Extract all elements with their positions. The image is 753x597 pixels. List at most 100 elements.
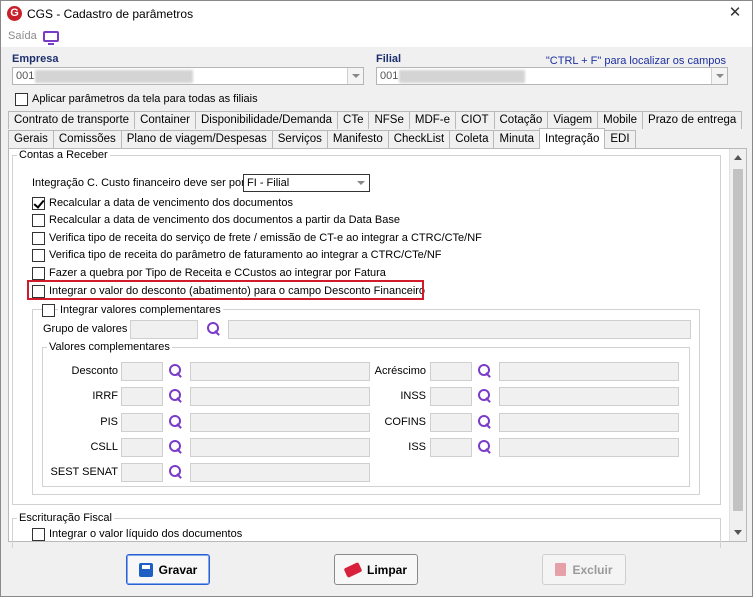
- tab-contrato-transporte[interactable]: Contrato de transporte: [8, 111, 136, 129]
- field-label-irrf: IRRF: [92, 390, 118, 402]
- tab-cte[interactable]: CTe: [337, 111, 370, 129]
- tab-integracao[interactable]: Integração: [539, 128, 606, 149]
- search-icon[interactable]: [168, 414, 184, 430]
- monitor-icon[interactable]: [43, 31, 59, 45]
- menu-item-saida[interactable]: Saída: [8, 30, 37, 42]
- option-checkbox-1[interactable]: [32, 214, 45, 227]
- option-checkbox-3[interactable]: [32, 249, 45, 262]
- iss-code[interactable]: [430, 438, 472, 457]
- excluir-label: Excluir: [572, 562, 613, 577]
- integracao-panel: Contas a Receber Integração C. Custo fin…: [8, 148, 747, 548]
- scroll-down-icon[interactable]: [734, 530, 742, 535]
- chevron-down-icon[interactable]: [353, 175, 369, 191]
- escrituracao-label: Integrar o valor líquido dos documentos: [49, 528, 243, 540]
- search-icon[interactable]: [477, 414, 493, 430]
- vertical-scrollbar[interactable]: [729, 149, 746, 541]
- acrescimo-code[interactable]: [430, 362, 472, 381]
- tab-plano-viagem[interactable]: Plano de viagem/Despesas: [120, 130, 273, 148]
- tab-mdfe[interactable]: MDF-e: [408, 111, 457, 129]
- trash-icon: [555, 563, 567, 576]
- search-icon[interactable]: [168, 388, 184, 404]
- limpar-label: Limpar: [366, 562, 407, 577]
- search-icon[interactable]: [477, 439, 493, 455]
- csll-code[interactable]: [121, 438, 163, 457]
- apply-all-label: Aplicar parâmetros da tela para todas as…: [32, 93, 258, 105]
- scroll-thumb[interactable]: [733, 169, 743, 511]
- option-checkbox-0[interactable]: [32, 197, 45, 210]
- inss-desc: [499, 387, 679, 406]
- field-label-desconto: Desconto: [71, 365, 118, 377]
- chevron-down-icon[interactable]: [711, 68, 727, 84]
- tab-viagem[interactable]: Viagem: [547, 111, 599, 129]
- chevron-down-icon[interactable]: [347, 68, 363, 84]
- excluir-button[interactable]: Excluir: [542, 554, 626, 585]
- desconto-desc: [190, 362, 370, 381]
- tab-row-1: Contrato de transporte Container Disponi…: [8, 111, 743, 129]
- empresa-label: Empresa: [12, 53, 59, 65]
- scroll-up-icon[interactable]: [734, 155, 742, 160]
- tab-ciot[interactable]: CIOT: [455, 111, 495, 129]
- field-label-sest-senat: SEST SENAT: [50, 466, 118, 478]
- irrf-desc: [190, 387, 370, 406]
- pis-code[interactable]: [121, 413, 163, 432]
- tab-servicos[interactable]: Serviços: [271, 130, 328, 148]
- tab-manifesto[interactable]: Manifesto: [326, 130, 389, 148]
- desconto-code[interactable]: [121, 362, 163, 381]
- option-label-3: Verifica tipo de receita do parâmetro de…: [49, 249, 442, 261]
- csll-desc: [190, 438, 370, 457]
- custo-label: Integração C. Custo financeiro deve ser …: [32, 177, 245, 189]
- tab-cotacao[interactable]: Cotação: [493, 111, 549, 129]
- tab-container[interactable]: Container: [134, 111, 196, 129]
- tab-nfse[interactable]: NFSe: [368, 111, 410, 129]
- close-button[interactable]: ✕: [724, 3, 746, 23]
- main-window: G CGS - Cadastro de parâmetros ✕ Saída E…: [0, 0, 753, 597]
- search-icon[interactable]: [168, 439, 184, 455]
- grupo-valores-code[interactable]: [130, 320, 198, 339]
- tab-checklist[interactable]: CheckList: [387, 130, 451, 148]
- highlight-box: [27, 280, 424, 300]
- tab-gerais[interactable]: Gerais: [8, 130, 54, 148]
- filial-value: 001: [380, 70, 399, 82]
- apply-all-checkbox[interactable]: [15, 93, 28, 106]
- app-logo-icon: G: [7, 6, 22, 21]
- tab-mobile[interactable]: Mobile: [597, 111, 644, 129]
- tab-minuta[interactable]: Minuta: [493, 130, 541, 148]
- inss-code[interactable]: [430, 387, 472, 406]
- gravar-button[interactable]: Gravar: [126, 554, 210, 585]
- valores-complementares-title: Valores complementares: [47, 341, 172, 353]
- acrescimo-desc: [499, 362, 679, 381]
- title-bar: G CGS - Cadastro de parâmetros ✕: [1, 1, 752, 27]
- gravar-label: Gravar: [158, 562, 198, 577]
- sest-senat-code[interactable]: [121, 463, 163, 482]
- tab-disponibilidade[interactable]: Disponibilidade/Demanda: [194, 111, 339, 129]
- empresa-redacted: [35, 70, 193, 83]
- tab-coleta[interactable]: Coleta: [449, 130, 495, 148]
- tab-comissoes[interactable]: Comissões: [52, 130, 122, 148]
- tab-prazo-entrega[interactable]: Prazo de entrega: [642, 111, 743, 129]
- empresa-select[interactable]: 001: [12, 67, 364, 85]
- tab-edi[interactable]: EDI: [604, 130, 636, 148]
- search-icon[interactable]: [168, 464, 184, 480]
- cofins-code[interactable]: [430, 413, 472, 432]
- filial-select[interactable]: 001: [376, 67, 728, 85]
- search-icon[interactable]: [477, 388, 493, 404]
- option-label-2: Verifica tipo de receita do serviço de f…: [49, 232, 482, 244]
- irrf-code[interactable]: [121, 387, 163, 406]
- grupo-valores-label: Grupo de valores: [43, 323, 128, 335]
- field-label-acrescimo: Acréscimo: [374, 365, 426, 377]
- option-label-0: Recalcular a data de vencimento dos docu…: [49, 197, 293, 209]
- search-icon[interactable]: [168, 363, 184, 379]
- escrituracao-title: Escrituração Fiscal: [17, 512, 114, 524]
- search-icon[interactable]: [206, 321, 222, 337]
- option-checkbox-4[interactable]: [32, 267, 45, 280]
- search-icon[interactable]: [477, 363, 493, 379]
- sest-senat-desc: [190, 463, 370, 482]
- custo-select[interactable]: FI - Filial: [243, 174, 370, 192]
- complementares-title: Integrar valores complementares: [58, 304, 223, 316]
- window-title: CGS - Cadastro de parâmetros: [27, 7, 194, 21]
- option-checkbox-2[interactable]: [32, 232, 45, 245]
- complementares-checkbox[interactable]: [42, 304, 55, 317]
- escrituracao-checkbox[interactable]: [32, 528, 45, 541]
- limpar-button[interactable]: Limpar: [334, 554, 418, 585]
- search-hint: "CTRL + F" para localizar os campos: [545, 55, 726, 67]
